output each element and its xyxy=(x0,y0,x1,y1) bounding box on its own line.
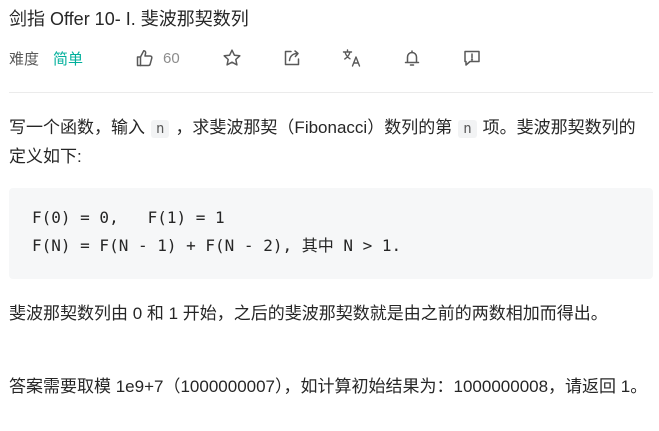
problem-meta: 难度 简单 xyxy=(9,46,83,70)
problem-title: 剑指 Offer 10- I. 斐波那契数列 xyxy=(9,9,249,29)
definition-code-block: F(0) = 0, F(1) = 1 F(N) = F(N - 1) + F(N… xyxy=(9,188,653,279)
notification-button[interactable] xyxy=(402,46,422,70)
difficulty-badge[interactable]: 简单 xyxy=(53,48,83,69)
description-text: 写一个函数，输入 xyxy=(9,118,145,137)
like-count: 60 xyxy=(163,49,180,67)
inline-code-n: n xyxy=(458,120,477,138)
bell-icon xyxy=(402,48,422,68)
code-line: F(N) = F(N - 1) + F(N - 2), 其中 N > 1. xyxy=(32,236,402,255)
description-text: ，求斐波那契（Fibonacci）数列的第 xyxy=(175,118,453,137)
code-line: F(0) = 0, F(1) = 1 xyxy=(32,208,225,227)
difficulty-label: 难度 xyxy=(9,50,40,68)
star-icon xyxy=(222,48,242,68)
description-paragraph-3: 答案需要取模 1e9+7（1000000007），如计算初始结果为：100000… xyxy=(9,377,648,396)
like-button[interactable]: 60 xyxy=(135,46,180,70)
feedback-button[interactable] xyxy=(462,46,482,70)
description-paragraph-2: 斐波那契数列由 0 和 1 开始，之后的斐波那契数就是由之前的两数相加而得出。 xyxy=(9,304,608,323)
header-divider xyxy=(9,92,653,93)
inline-code-n: n xyxy=(151,120,170,138)
translate-icon xyxy=(342,48,362,68)
share-button[interactable] xyxy=(282,46,302,70)
description-paragraph-1: 写一个函数，输入 n ，求斐波那契（Fibonacci）数列的第 n 项。斐波那契数列的… xyxy=(9,114,649,171)
translate-button[interactable] xyxy=(342,46,362,70)
share-icon xyxy=(282,48,302,68)
favorite-button[interactable] xyxy=(222,46,242,70)
feedback-icon xyxy=(462,48,482,68)
thumbs-up-icon xyxy=(135,48,155,68)
